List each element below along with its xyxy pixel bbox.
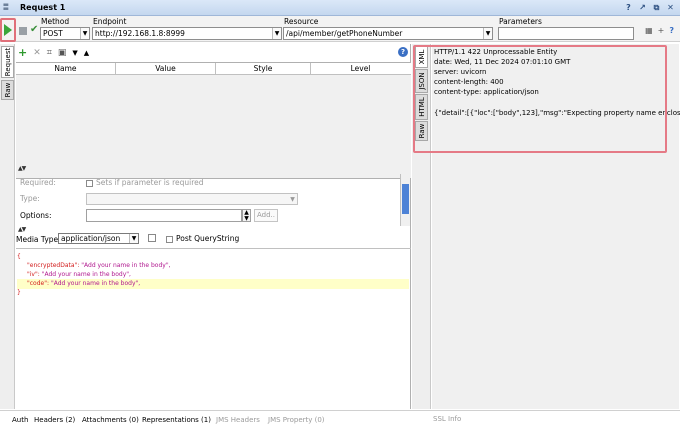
json-key: "iv" (27, 271, 38, 278)
scrollbar-thumb[interactable] (402, 184, 409, 214)
bottom-tabs: Auth Headers (2) Attachments (0) Represe… (0, 410, 680, 427)
json-value: "Add your name in the body", (41, 271, 131, 278)
options-input[interactable] (86, 209, 242, 222)
required-checkbox[interactable] (86, 179, 93, 187)
request-pane: + ✕ ⌗ ▣ ▼ ▲ ? Name Value Style Level ▲▼ … (16, 44, 411, 409)
body-line: } (17, 289, 21, 296)
required-label: Required: (20, 178, 56, 187)
toolbar-extra-icons: ▦ + ? (645, 26, 674, 35)
add-parameter-icon[interactable]: + (658, 26, 665, 35)
format-icon[interactable] (148, 234, 156, 242)
help-icon[interactable]: ? (669, 26, 674, 35)
remove-param-icon[interactable]: ✕ (33, 48, 41, 58)
restore-icon[interactable]: ⧉ (651, 2, 662, 13)
method-select[interactable]: POST ▼ (40, 27, 90, 40)
resource-label: Resource (284, 17, 319, 26)
json-key: "encryptedData" (27, 262, 78, 269)
chevron-down-icon[interactable]: ▼ (288, 194, 297, 205)
media-type-value: application/json (61, 234, 121, 243)
splitter-handle[interactable]: ▲▼ (18, 165, 26, 172)
resource-value: /api/member/getPhoneNumber (286, 29, 403, 38)
col-value[interactable]: Value (116, 63, 216, 74)
move-down-icon[interactable]: ▼ (72, 49, 77, 57)
chevron-down-icon[interactable]: ▼ (483, 28, 492, 39)
param-properties: Required: Sets if parameter is required … (16, 174, 411, 226)
params-table[interactable]: Name Value Style Level (16, 62, 411, 179)
window-controls: ? ↗ ⧉ ✕ (623, 2, 676, 13)
required-hint: Sets if parameter is required (96, 178, 204, 187)
post-querystring-label: Post QueryString (176, 234, 240, 243)
endpoint-label: Endpoint (93, 17, 127, 26)
col-name[interactable]: Name (16, 63, 116, 74)
tab-auth[interactable]: Auth (12, 416, 28, 424)
required-option[interactable]: Sets if parameter is required (86, 178, 204, 187)
grip-icon: ▪▪ ▪▪ (3, 2, 9, 12)
parameters-label: Parameters (499, 17, 542, 26)
post-querystring-checkbox[interactable] (166, 235, 173, 243)
chevron-down-icon[interactable]: ▼ (129, 234, 138, 243)
stop-button[interactable] (19, 27, 27, 35)
params-table-header: Name Value Style Level (16, 63, 411, 75)
tab-request-label: Request (3, 47, 12, 77)
col-style[interactable]: Style (216, 63, 311, 74)
method-label: Method (41, 17, 70, 26)
json-key: "code" (27, 280, 47, 287)
tab-raw-label: Raw (3, 82, 12, 98)
clear-params-icon[interactable]: ▣ (58, 48, 67, 58)
popout-icon[interactable]: ↗ (637, 2, 648, 13)
tab-jms-headers[interactable]: JMS Headers (216, 416, 260, 424)
properties-scrollbar[interactable] (400, 174, 410, 226)
check-icon[interactable]: ✔ (30, 24, 38, 35)
run-button[interactable] (4, 24, 12, 36)
request-side-tabs: Request Raw (0, 44, 15, 409)
endpoint-value: http://192.168.1.8:8999 (95, 29, 185, 38)
response-highlight-frame (413, 45, 667, 153)
chevron-down-icon[interactable]: ▼ (272, 28, 281, 39)
add-param-icon[interactable]: + (18, 46, 27, 59)
tab-jms-property[interactable]: JMS Property (0) (268, 416, 325, 424)
params-toolbar: + ✕ ⌗ ▣ ▼ ▲ (18, 46, 89, 59)
col-level[interactable]: Level (311, 63, 410, 74)
copy-params-icon[interactable]: ⌗ (47, 48, 52, 58)
request-body-editor[interactable]: { "encryptedData": "Add your name in the… (16, 248, 411, 409)
window-title: Request 1 (20, 3, 66, 12)
tab-ssl-info[interactable]: SSL Info (433, 415, 461, 423)
dropdown-toggle-icon[interactable]: ▦ (645, 26, 653, 35)
options-label: Options: (20, 211, 52, 220)
options-scroll[interactable]: ▲ ▼ (242, 209, 251, 222)
parameters-input[interactable] (498, 27, 634, 40)
media-type-select[interactable]: application/json ▼ (58, 233, 139, 244)
endpoint-input[interactable]: http://192.168.1.8:8999 ▼ (92, 27, 282, 40)
title-bar: ▪▪ ▪▪ Request 1 ? ↗ ⧉ ✕ (0, 0, 680, 16)
method-value: POST (43, 29, 63, 38)
json-value: "Add your name in the body", (50, 280, 141, 287)
resource-input[interactable]: /api/member/getPhoneNumber ▼ (283, 27, 493, 40)
chevron-down-icon[interactable]: ▼ (80, 28, 89, 39)
move-up-icon[interactable]: ▲ (84, 49, 89, 57)
tab-attachments[interactable]: Attachments (0) (82, 416, 139, 424)
tab-headers[interactable]: Headers (2) (34, 416, 75, 424)
help-icon[interactable]: ? (623, 2, 634, 13)
help-icon[interactable]: ? (398, 47, 408, 57)
media-type-row: Media Type application/json ▼ Post Query… (16, 232, 411, 246)
tab-request[interactable]: Request (1, 46, 14, 78)
close-icon[interactable]: ✕ (665, 2, 676, 13)
tab-representations[interactable]: Representations (1) (142, 416, 211, 424)
add-option-button[interactable]: Add.. (254, 209, 278, 222)
media-type-label: Media Type (16, 235, 59, 244)
post-querystring-option[interactable]: Post QueryString (166, 234, 239, 243)
json-value: "Add your name in the body", (81, 262, 171, 269)
type-label: Type: (20, 194, 40, 203)
tab-raw[interactable]: Raw (1, 80, 14, 100)
type-select[interactable]: ▼ (86, 193, 298, 205)
